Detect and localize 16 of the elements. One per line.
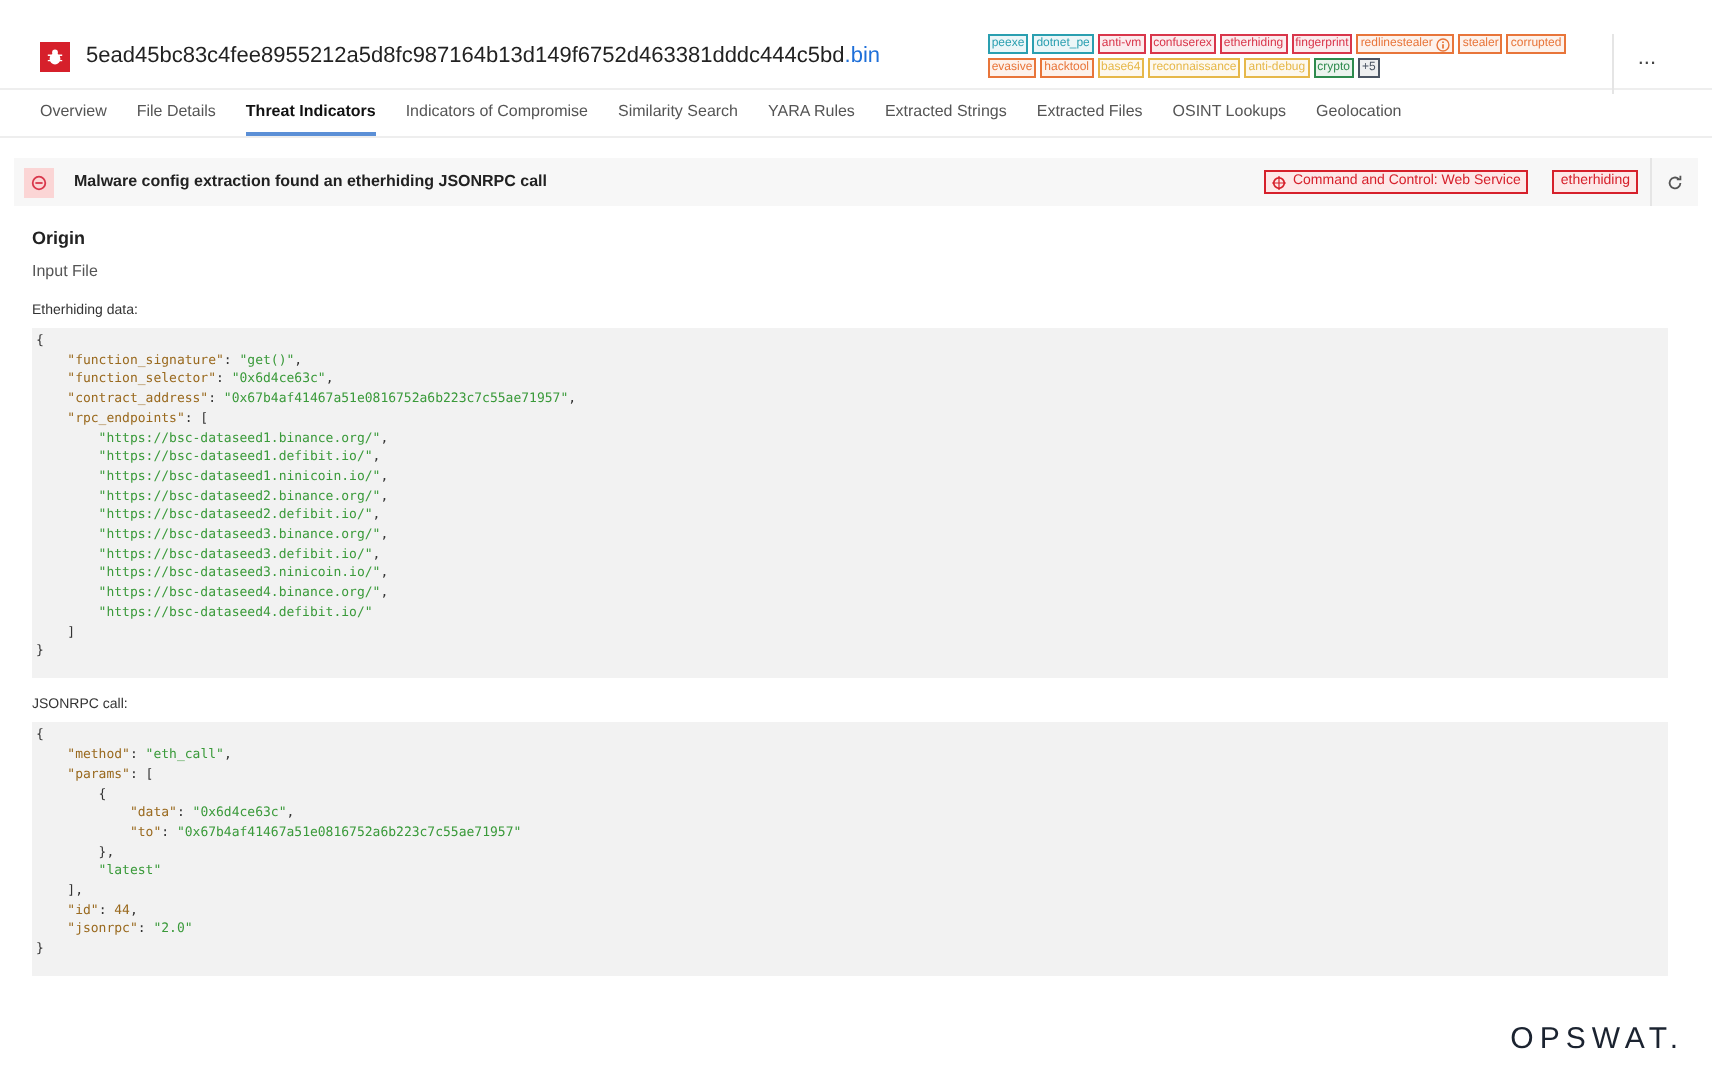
tab[interactable]: Extracted Files: [1036, 100, 1143, 136]
company-logo: OPSWAT.: [1510, 1019, 1684, 1059]
indicator-title: Malware config extraction found an etherhiding JSONRPC call: [74, 170, 547, 194]
tab[interactable]: Overview: [40, 100, 107, 136]
file-name: 5ead45bc83c4fee8955212a5d8fc987164b13d149f6752d463381dddc444c5bd.bin: [86, 42, 881, 72]
tab[interactable]: Indicators of Compromise: [405, 100, 588, 136]
tab[interactable]: Similarity Search: [617, 100, 738, 136]
tab[interactable]: File Details: [136, 100, 216, 136]
tab[interactable]: Geolocation: [1316, 100, 1402, 136]
origin-value: Input File: [32, 259, 100, 283]
tab[interactable]: YARA Rules: [768, 100, 855, 136]
tab[interactable]: Threat Indicators: [245, 100, 376, 136]
tab[interactable]: Extracted Strings: [884, 100, 1007, 136]
tab[interactable]: OSINT Lookups: [1172, 100, 1287, 136]
origin-heading: Origin: [32, 226, 87, 252]
more-button[interactable]: ...: [1637, 42, 1656, 75]
